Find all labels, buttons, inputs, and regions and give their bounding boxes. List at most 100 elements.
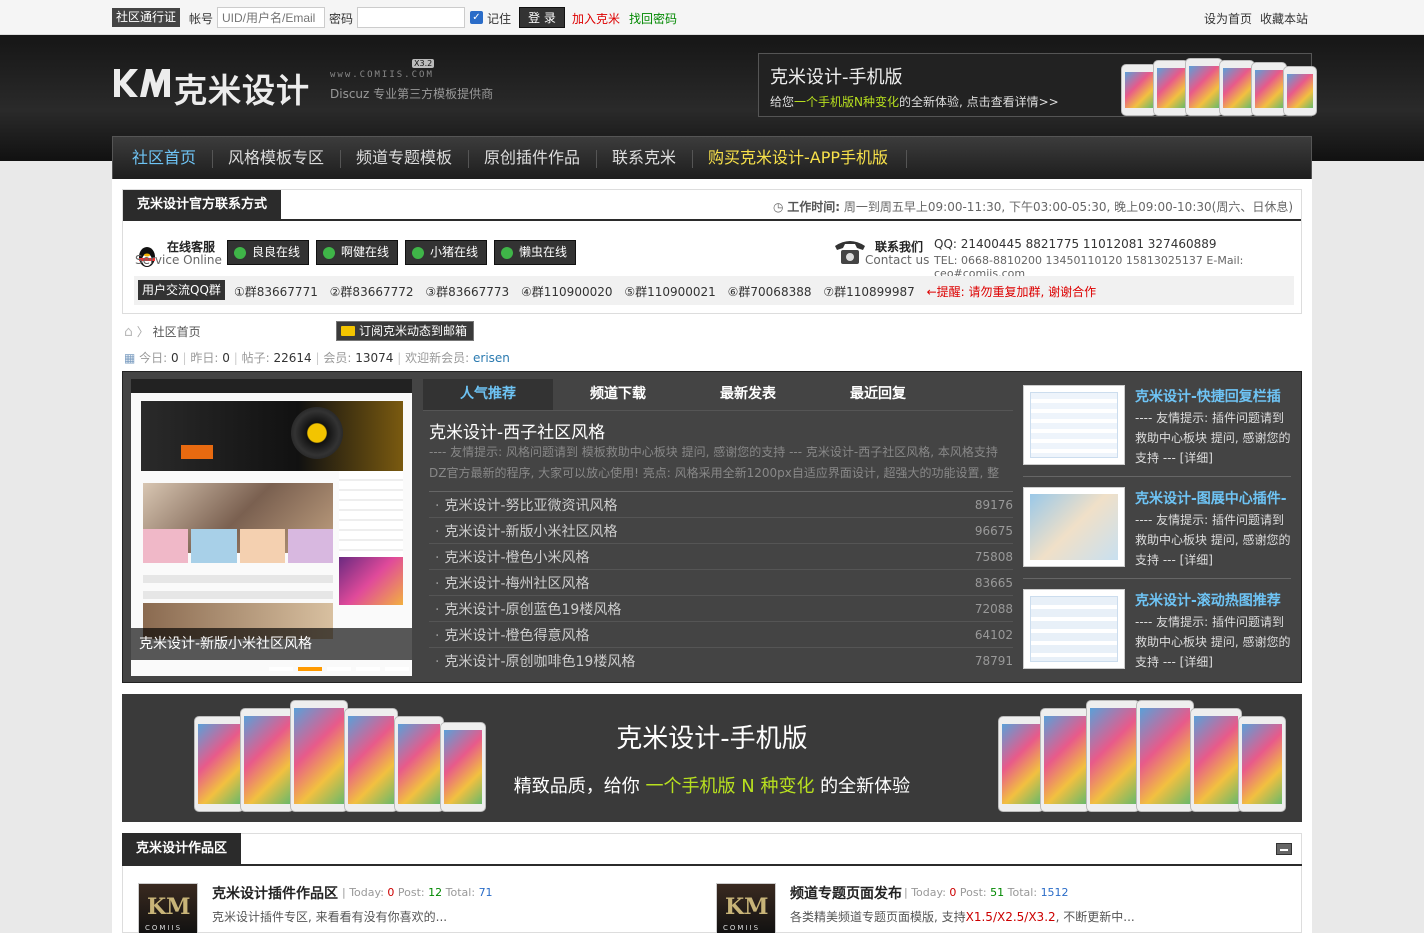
password-label: 密码 bbox=[329, 12, 354, 26]
forum-stats: ▦ 今日: 0 | 昨日: 0 | 帖子: 22614 | 会员: 13074 … bbox=[124, 351, 510, 365]
qq-online-icon bbox=[234, 247, 246, 259]
new-member-link[interactable]: erisen bbox=[473, 351, 510, 365]
nav-item-styles[interactable]: 风格模板专区 bbox=[228, 137, 324, 179]
logo-url: www.COMIIS.COM bbox=[330, 70, 434, 80]
tab-latest-posts[interactable]: 最新发表 bbox=[683, 379, 813, 410]
header-banner-title: 克米设计-手机版 bbox=[770, 67, 903, 88]
qq-button-liangliang[interactable]: 良良在线 bbox=[227, 240, 310, 265]
main-nav: 社区首页 风格模板专区 频道专题模板 原创插件作品 联系克米 购买克米设计-AP… bbox=[112, 136, 1312, 179]
forum-logo-icon[interactable]: KM COMIIS bbox=[716, 883, 776, 933]
account-input[interactable] bbox=[217, 7, 325, 28]
qq-group-item[interactable]: ⑥群70068388 bbox=[728, 285, 812, 299]
contact-subtitle: Contact us bbox=[865, 253, 930, 267]
qq-group-item[interactable]: ②群83667772 bbox=[330, 285, 414, 299]
bookmark-link[interactable]: 收藏本站 bbox=[1260, 10, 1308, 27]
slide-dot-active[interactable] bbox=[298, 667, 322, 671]
qq-group-label: 用户交流QQ群 bbox=[138, 280, 225, 300]
side-thumbnail[interactable] bbox=[1023, 589, 1125, 669]
feature-tabs: 人气推荐 频道下载 最新发表 最近回复 bbox=[423, 379, 1013, 411]
slide-preview-banner bbox=[141, 401, 403, 471]
login-button[interactable]: 登 录 bbox=[519, 7, 565, 28]
qq-button-ajian[interactable]: 啊健在线 bbox=[316, 240, 399, 265]
qq-button-xiaozhu[interactable]: 小猪在线 bbox=[405, 240, 488, 265]
tab-popular[interactable]: 人气推荐 bbox=[423, 379, 553, 410]
list-item[interactable]: 克米设计-橙色得意风格64102 bbox=[429, 621, 1013, 647]
feature-panel: 克米设计-新版小米社区风格 人气推荐 频道下载 最新发表 最近回复 克米设计-西… bbox=[122, 371, 1302, 683]
clock-icon: ◷ bbox=[772, 200, 784, 214]
breadcrumb-home-link[interactable]: 社区首页 bbox=[153, 325, 201, 339]
list-item[interactable]: 克米设计-橙色小米风格75808 bbox=[429, 543, 1013, 569]
forum-logo-icon[interactable]: KM COMIIS bbox=[138, 883, 198, 933]
tab-channel-download[interactable]: 频道下载 bbox=[553, 379, 683, 410]
remember-label: 记住 bbox=[487, 12, 512, 26]
recover-password-link[interactable]: 找回密码 bbox=[629, 10, 677, 27]
qq-group-item[interactable]: ⑦群110899987 bbox=[823, 285, 914, 299]
account-label: 帐号 bbox=[189, 12, 214, 26]
qq-online-icon bbox=[412, 247, 424, 259]
forum-name-plugins[interactable]: 克米设计插件作品区 bbox=[212, 883, 338, 903]
list-item[interactable]: 克米设计-原创蓝色19楼风格72088 bbox=[429, 595, 1013, 621]
qq-group-warning: ←提醒: 请勿重复加群, 谢谢合作 bbox=[926, 285, 1097, 299]
worktime: ◷ 工作时间: 周一到周五早上09:00-11:30, 下午03:00-05:3… bbox=[772, 200, 1293, 214]
nav-item-plugins[interactable]: 原创插件作品 bbox=[484, 137, 580, 179]
subscribe-email-button[interactable]: 订阅克米动态到邮箱 bbox=[336, 321, 475, 341]
kefu-subtitle: Service Online bbox=[135, 253, 222, 267]
slide-indicator bbox=[269, 667, 409, 671]
slide-preview-topbar bbox=[131, 379, 412, 393]
qq-group-list: ①群83667771 ②群83667772 ③群83667773 ④群11090… bbox=[234, 283, 1104, 300]
header-mobile-banner[interactable]: 克米设计-手机版 给您一个手机版N种变化的全新体验, 点击查看详情>> bbox=[758, 53, 1317, 117]
tab-recent-replies[interactable]: 最近回复 bbox=[813, 379, 943, 410]
nav-item-contact[interactable]: 联系克米 bbox=[612, 137, 676, 179]
qq-online-icon bbox=[501, 247, 513, 259]
nav-item-buy-app[interactable]: 购买克米设计-APP手机版 bbox=[708, 137, 888, 179]
logo-text[interactable]: 克米设计 bbox=[174, 64, 310, 112]
logo-mark-icon[interactable] bbox=[112, 67, 174, 99]
mobile-version-banner[interactable]: 克米设计-手机版 精致品质，给你 一个手机版 N 种变化 的全新体验 bbox=[122, 694, 1302, 822]
qq-button-lanchong[interactable]: 懒虫在线 bbox=[494, 240, 577, 265]
stat-members: 13074 bbox=[355, 351, 394, 365]
qq-group-item[interactable]: ⑤群110900021 bbox=[624, 285, 715, 299]
forum-name-channels[interactable]: 频道专题页面发布 bbox=[790, 883, 902, 903]
side-thumbnail[interactable] bbox=[1023, 385, 1125, 465]
contact-qq: QQ: 21400445 8821775 11012081 327460889 bbox=[934, 237, 1217, 251]
slide-dot[interactable] bbox=[356, 667, 380, 671]
qq-group-item[interactable]: ④群110900020 bbox=[521, 285, 612, 299]
hot-topic-list: 克米设计-努比亚微资讯风格89176 克米设计-新版小米社区风格96675 克米… bbox=[429, 491, 1013, 673]
qq-online-icon bbox=[323, 247, 335, 259]
telephone-icon bbox=[835, 241, 865, 264]
forum-meta: | Today: 0 Post: 51 Total: 1512 bbox=[904, 886, 1069, 899]
collapse-icon[interactable] bbox=[1276, 843, 1292, 855]
home-icon[interactable]: ⌂ bbox=[124, 324, 133, 340]
nav-item-channels[interactable]: 频道专题模板 bbox=[356, 137, 452, 179]
set-home-link[interactable]: 设为首页 bbox=[1204, 10, 1252, 27]
slide-dot[interactable] bbox=[269, 667, 293, 671]
side-featured-item[interactable]: 克米设计-图展中心插件- ---- 友情提示: 插件问题请到救助中心板块 提问,… bbox=[1023, 482, 1291, 578]
register-link[interactable]: 加入克米 bbox=[572, 10, 620, 27]
remember-checkbox[interactable]: ✓ bbox=[470, 11, 483, 24]
slide-dot[interactable] bbox=[327, 667, 351, 671]
list-item[interactable]: 克米设计-原创咖啡色19楼风格78791 bbox=[429, 647, 1013, 673]
side-thumbnail[interactable] bbox=[1023, 487, 1125, 567]
side-featured-item[interactable]: 克米设计-滚动热图推荐 ---- 友情提示: 插件问题请到救助中心板块 提问, … bbox=[1023, 584, 1291, 680]
contact-box-title: 克米设计官方联系方式 bbox=[123, 190, 282, 220]
stat-today: 0 bbox=[171, 351, 179, 365]
password-input[interactable] bbox=[357, 7, 465, 28]
side-featured-item[interactable]: 克米设计-快捷回复栏插 ---- 友情提示: 插件问题请到救助中心板块 提问, … bbox=[1023, 380, 1291, 476]
hot-topic-desc: ---- 友情提示: 风格问题请到 模板救助中心板块 提问, 感谢您的支持 --… bbox=[429, 445, 1000, 480]
list-item[interactable]: 克米设计-新版小米社区风格96675 bbox=[429, 517, 1013, 543]
slide-dot[interactable] bbox=[385, 667, 409, 671]
header-banner-phones-image bbox=[1121, 58, 1317, 116]
qq-group-bar: 用户交流QQ群 ①群83667771 ②群83667772 ③群83667773… bbox=[134, 276, 1294, 305]
mail-icon bbox=[341, 326, 355, 336]
breadcrumb: ⌂ 〉 社区首页 bbox=[124, 324, 201, 340]
qq-group-item[interactable]: ③群83667773 bbox=[425, 285, 509, 299]
list-item[interactable]: 克米设计-梅州社区风格83665 bbox=[429, 569, 1013, 595]
list-item[interactable]: 克米设计-努比亚微资讯风格89176 bbox=[429, 491, 1013, 517]
nav-item-home[interactable]: 社区首页 bbox=[132, 137, 196, 179]
hot-topic-title[interactable]: 克米设计-西子社区风格 bbox=[429, 418, 605, 443]
passport-label: 社区通行证 bbox=[112, 8, 181, 27]
qq-group-item[interactable]: ①群83667771 bbox=[234, 285, 318, 299]
slide-caption[interactable]: 克米设计-新版小米社区风格 bbox=[131, 628, 412, 660]
works-section-title: 克米设计作品区 bbox=[122, 833, 242, 865]
slideshow[interactable]: 克米设计-新版小米社区风格 bbox=[131, 379, 412, 676]
